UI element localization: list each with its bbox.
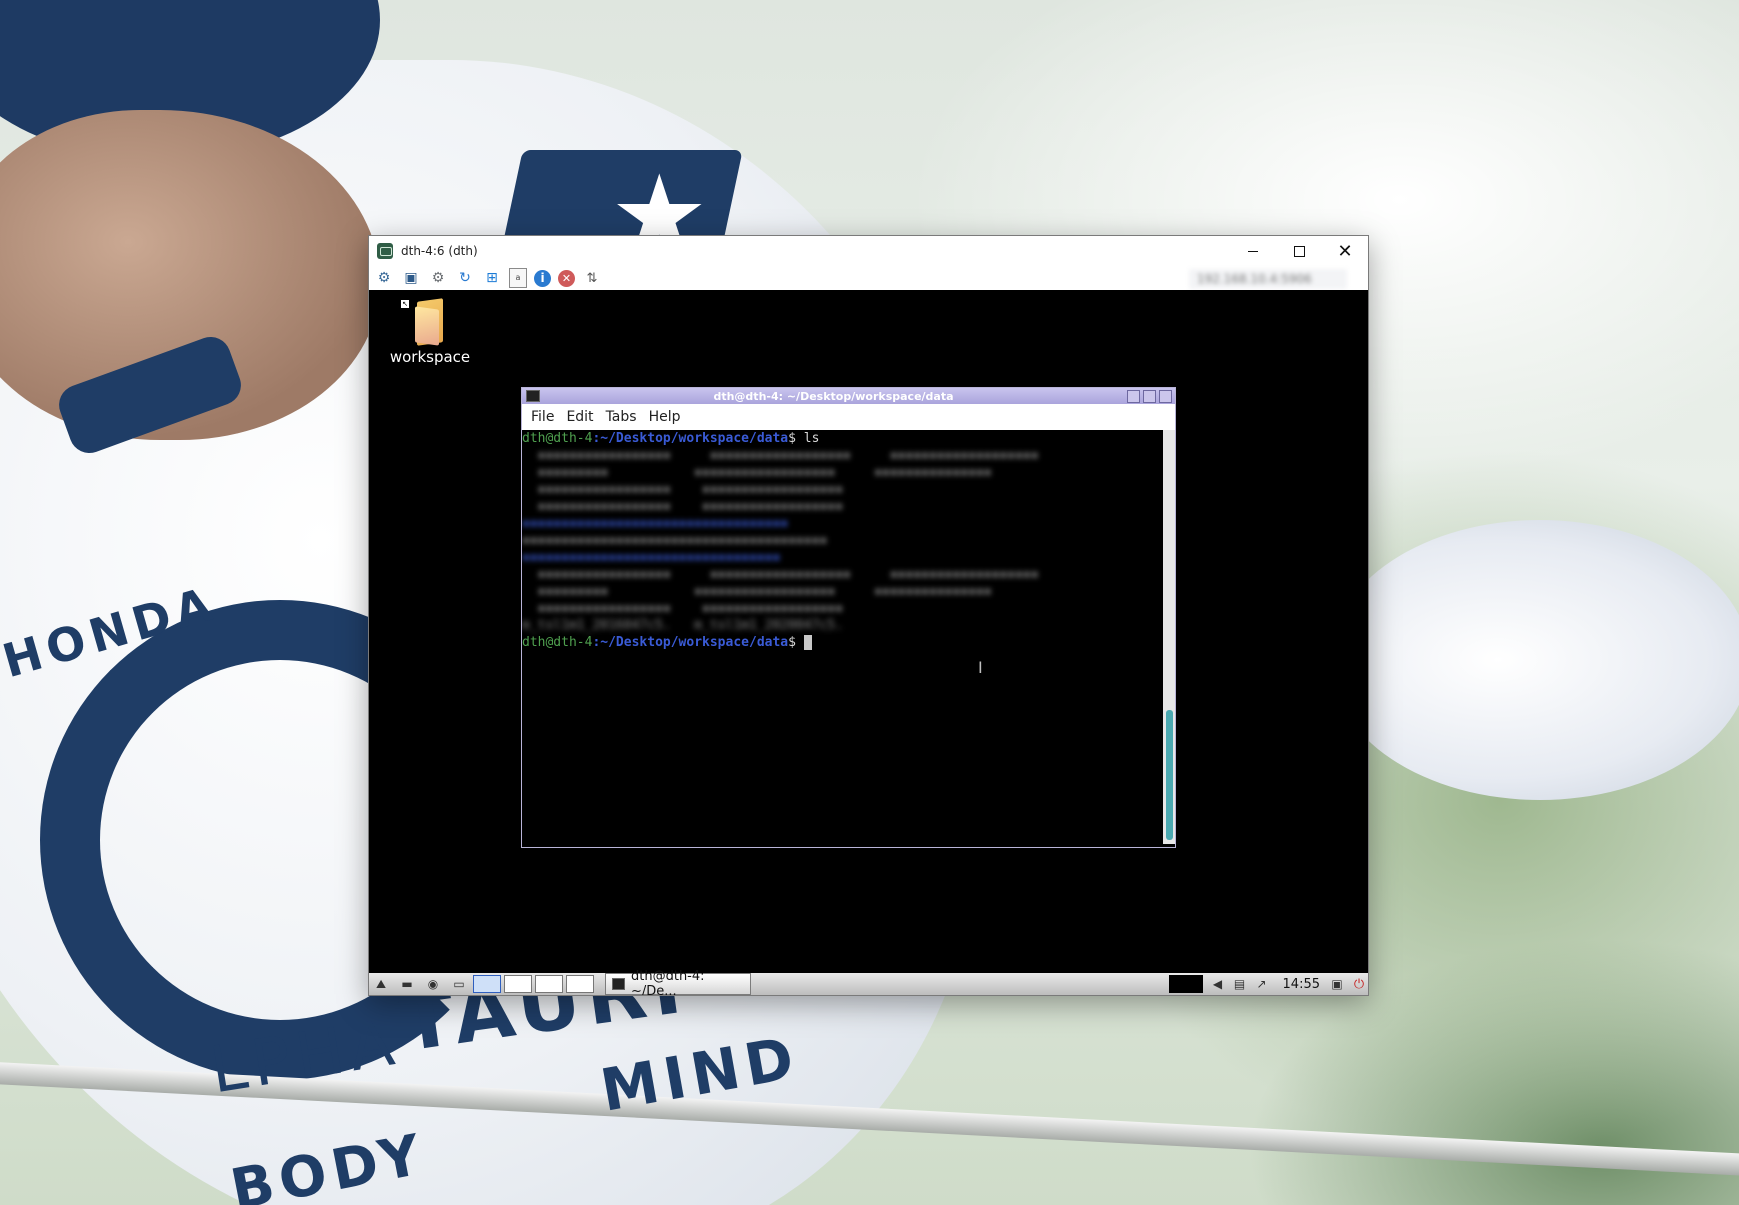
terminal-window[interactable]: dth@dth-4: ~/Desktop/workspace/data File… — [521, 387, 1176, 848]
vnc-viewer-window[interactable]: dth-4:6 (dth) ✕ ⚙ ▣ ⚙ ↻ ⊞ a i ✕ ⇅ 192.16… — [368, 235, 1369, 996]
prompt-user: dth@dth-4 — [522, 635, 593, 650]
redacted-line: ▪▪▪▪▪▪▪▪▪▪▪▪▪▪▪▪▪ ▪▪▪▪▪▪▪▪▪▪▪▪▪▪▪▪▪▪ — [522, 601, 843, 616]
volume-icon[interactable]: ◀ — [1209, 975, 1227, 993]
browser-launcher-icon[interactable]: ◉ — [421, 975, 445, 993]
clipboard-icon[interactable]: a — [509, 268, 527, 288]
workspace-1[interactable] — [473, 975, 501, 993]
menu-file[interactable]: File — [531, 409, 554, 425]
file-transfer-icon[interactable]: ⇅ — [582, 268, 602, 288]
remote-taskbar: ⛰ ▬ ◉ ▭ dth@dth-4: ~/De... ◀ ▤ ↗ 14:55 ▣… — [369, 969, 1368, 995]
vnc-window-title: dth-4:6 (dth) — [401, 244, 478, 258]
desktop-icon-workspace[interactable]: ↖ workspace — [385, 298, 475, 366]
redacted-line: ▪▪▪▪▪▪▪▪▪▪▪▪▪▪▪▪▪ ▪▪▪▪▪▪▪▪▪▪▪▪▪▪▪▪▪▪ ▪▪▪… — [522, 567, 1039, 582]
folder-icon — [415, 298, 445, 346]
windows-key-icon[interactable]: ⊞ — [482, 268, 502, 288]
redacted-line: ▪▪▪▪▪▪▪▪▪▪▪▪▪▪▪▪▪ ▪▪▪▪▪▪▪▪▪▪▪▪▪▪▪▪▪▪ — [522, 499, 843, 514]
close-button[interactable]: ✕ — [1322, 236, 1368, 266]
power-icon[interactable]: ⏻ — [1350, 975, 1368, 993]
terminal-command: ls — [803, 431, 820, 446]
vnc-toolbar: ⚙ ▣ ⚙ ↻ ⊞ a i ✕ ⇅ 192.168.10.4:5906 — [369, 266, 1368, 290]
terminal-output[interactable]: dth@dth-4:~/Desktop/workspace/data$ ls ▪… — [522, 430, 1163, 844]
redacted-line: ▪▪▪▪▪▪▪▪▪ ▪▪▪▪▪▪▪▪▪▪▪▪▪▪▪▪▪▪ ▪▪▪▪▪▪▪▪▪▪▪… — [522, 584, 992, 599]
terminal-menubar: File Edit Tabs Help — [522, 404, 1175, 430]
settings-icon[interactable]: ⚙ — [428, 268, 448, 288]
file-manager-icon[interactable]: ▭ — [447, 975, 471, 993]
text-cursor-icon: I — [978, 658, 983, 677]
terminal-launcher-icon[interactable]: ▬ — [395, 975, 419, 993]
redacted-line: ▪▪▪▪▪▪▪▪▪▪▪▪▪▪▪▪▪ ▪▪▪▪▪▪▪▪▪▪▪▪▪▪▪▪▪▪ — [522, 482, 843, 497]
terminal-cursor — [803, 635, 812, 650]
minimize-button[interactable] — [1230, 236, 1276, 266]
redacted-line: ▪▪▪▪▪▪▪▪▪▪▪▪▪▪▪▪▪▪▪▪▪▪▪▪▪▪▪▪▪▪▪▪▪ — [522, 550, 781, 565]
prompt-path: :~/Desktop/workspace/data — [592, 635, 789, 650]
menu-edit[interactable]: Edit — [566, 409, 593, 425]
connection-address: 192.168.10.4:5906 — [1189, 269, 1347, 289]
redacted-line: ▪▪▪▪▪▪▪▪▪▪▪▪▪▪▪▪▪▪▪▪▪▪▪▪▪▪▪▪▪▪▪▪▪▪▪▪▪▪▪ — [522, 533, 828, 548]
redacted-line: ▪▪▪▪▪▪▪▪▪ ▪▪▪▪▪▪▪▪▪▪▪▪▪▪▪▪▪▪ ▪▪▪▪▪▪▪▪▪▪▪… — [522, 465, 992, 480]
redacted-line: ▪▪▪▪▪▪▪▪▪▪▪▪▪▪▪▪▪ ▪▪▪▪▪▪▪▪▪▪▪▪▪▪▪▪▪▪ ▪▪▪… — [522, 448, 1039, 463]
refresh-icon[interactable]: ↻ — [455, 268, 475, 288]
remote-desktop-screen[interactable]: ↖ workspace dth@dth-4: ~/Desktop/workspa… — [369, 290, 1368, 995]
maximize-button[interactable] — [1276, 236, 1322, 266]
terminal-line: dth@dth-4:~/Desktop/workspace/data$ ls — [522, 430, 1163, 447]
wallpaper-arm — [1330, 520, 1739, 800]
terminal-titlebar[interactable]: dth@dth-4: ~/Desktop/workspace/data — [522, 388, 1175, 404]
vnc-viewer-icon — [377, 243, 393, 259]
options-icon[interactable]: ⚙ — [374, 268, 394, 288]
prompt-symbol: $ — [788, 635, 804, 650]
terminal-close-button[interactable] — [1159, 389, 1172, 403]
workspace-2[interactable] — [504, 975, 532, 993]
prompt-symbol: $ — [788, 431, 804, 446]
scrollbar-thumb[interactable] — [1166, 710, 1173, 840]
taskbar-task-label: dth@dth-4: ~/De... — [631, 969, 705, 995]
taskbar-terminal-task[interactable]: dth@dth-4: ~/De... — [605, 969, 751, 995]
terminal-minimize-button[interactable] — [1127, 389, 1140, 403]
shortcut-arrow-icon: ↖ — [401, 300, 409, 308]
menu-help[interactable]: Help — [649, 409, 681, 425]
terminal-output-tail: m_tsl1m1_2016047c5. m_tsl1m1_2020047c5. — [522, 618, 843, 633]
taskbar-clock: 14:55 — [1282, 976, 1320, 992]
terminal-line: dth@dth-4:~/Desktop/workspace/data$ — [522, 634, 1163, 651]
info-icon[interactable]: i — [534, 269, 551, 287]
start-menu-icon[interactable]: ⛰ — [369, 975, 393, 993]
workspace-4[interactable] — [566, 975, 594, 993]
screen-lock-icon[interactable]: ▣ — [1328, 975, 1346, 993]
tray-widget — [1168, 975, 1203, 993]
prompt-path: :~/Desktop/workspace/data — [592, 431, 789, 446]
redacted-line: ▪▪▪▪▪▪▪▪▪▪▪▪▪▪▪▪▪▪▪▪▪▪▪▪▪▪▪▪▪▪▪▪▪▪ — [522, 516, 789, 531]
disconnect-icon[interactable]: ✕ — [558, 269, 575, 287]
terminal-title: dth@dth-4: ~/Desktop/workspace/data — [713, 389, 954, 403]
network-icon[interactable]: ↗ — [1253, 975, 1271, 993]
fullscreen-icon[interactable]: ▣ — [401, 268, 421, 288]
menu-tabs[interactable]: Tabs — [606, 409, 637, 425]
workspace-3[interactable] — [535, 975, 563, 993]
terminal-icon — [526, 390, 540, 402]
vnc-titlebar[interactable]: dth-4:6 (dth) ✕ — [369, 236, 1368, 266]
terminal-maximize-button[interactable] — [1143, 389, 1156, 403]
prompt-user: dth@dth-4 — [522, 431, 593, 446]
terminal-scrollbar[interactable] — [1163, 430, 1175, 844]
clipboard-tray-icon[interactable]: ▤ — [1231, 975, 1249, 993]
desktop-icon-label: workspace — [389, 348, 471, 366]
terminal-icon — [612, 978, 625, 990]
